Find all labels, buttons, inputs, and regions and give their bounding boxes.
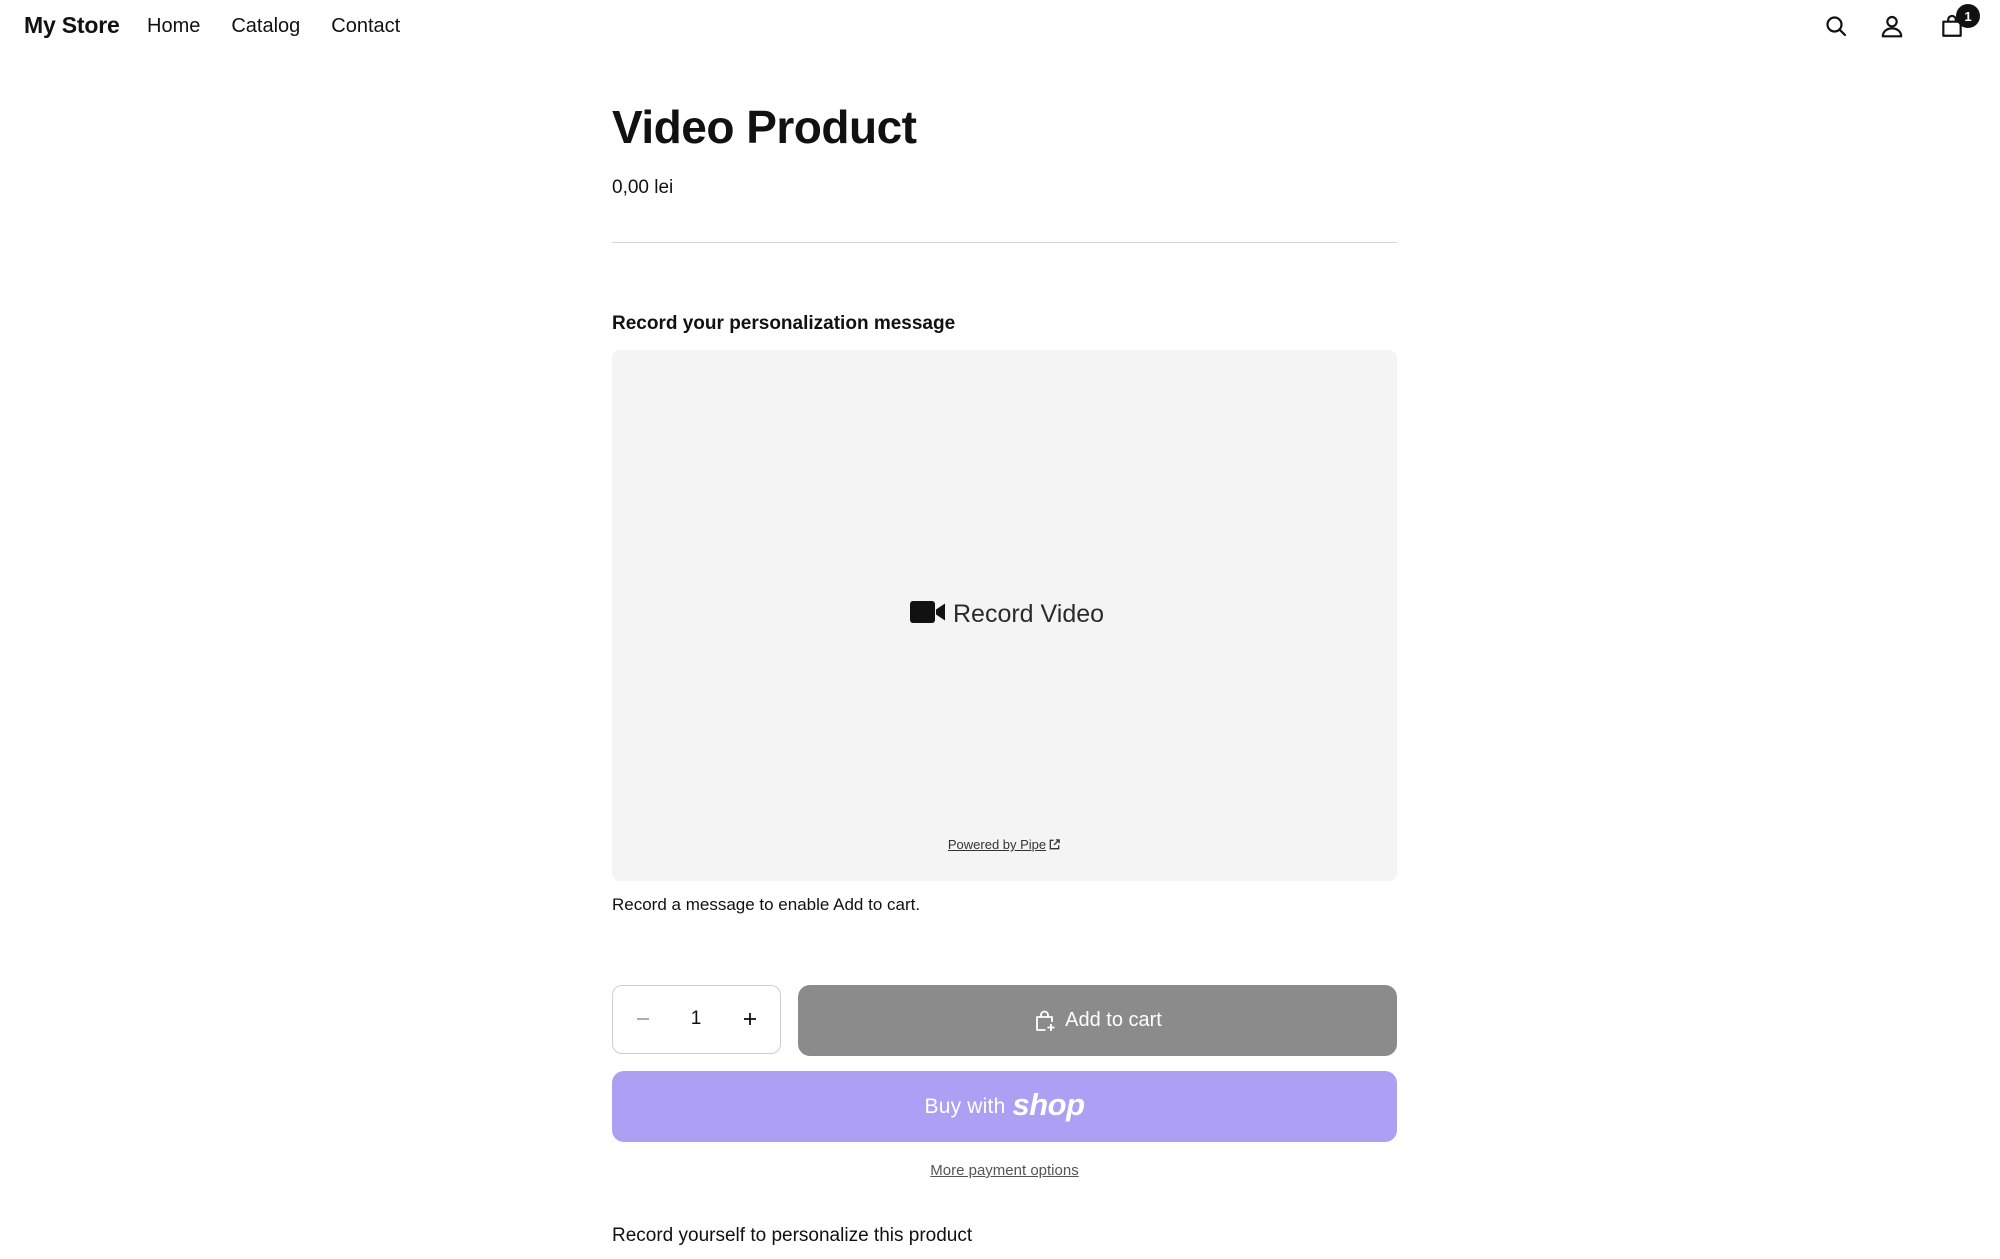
quantity-stepper: [612, 985, 781, 1054]
shop-pay-logo: shop: [1012, 1086, 1085, 1122]
bag-plus-icon: [1036, 1010, 1055, 1031]
plus-icon: [744, 1013, 756, 1025]
record-hint: Record a message to enable Add to cart.: [612, 895, 921, 914]
nav-catalog[interactable]: Catalog: [231, 14, 300, 38]
cart-count-badge: 1: [1956, 4, 1980, 28]
video-recorder: Record Video Powered by Pipe: [612, 350, 1397, 881]
search-icon[interactable]: [1820, 10, 1852, 42]
video-camera-icon: [910, 600, 946, 629]
product-description: Record yourself to personalize this prod…: [612, 1225, 973, 1246]
cart-icon[interactable]: 1: [1936, 4, 1980, 42]
header-actions: 1: [1820, 4, 1980, 42]
quantity-input[interactable]: [669, 986, 723, 1052]
record-heading: Record your personalization message: [612, 313, 956, 334]
nav-contact[interactable]: Contact: [331, 14, 400, 38]
powered-by: Powered by Pipe: [612, 837, 1397, 852]
minus-icon: [637, 1018, 649, 1020]
divider: [612, 242, 1397, 243]
site-header: My Store Home Catalog Contact 1: [0, 0, 2000, 52]
external-link-icon: [1049, 839, 1060, 850]
add-to-cart-button[interactable]: Add to cart: [798, 985, 1397, 1056]
powered-by-link[interactable]: Powered by Pipe: [948, 837, 1046, 852]
record-video-button[interactable]: Record Video: [910, 600, 1104, 629]
product-price: 0,00 lei: [612, 177, 674, 198]
buy-with-shop-button[interactable]: Buy with shop: [612, 1071, 1397, 1142]
quantity-decrease-button[interactable]: [615, 986, 671, 1052]
quantity-increase-button[interactable]: [722, 986, 778, 1052]
user-icon[interactable]: [1876, 10, 1908, 42]
product-title: Video Product: [612, 101, 917, 153]
more-payment-options: More payment options: [612, 1162, 1397, 1179]
record-video-label: Record Video: [953, 600, 1105, 628]
more-payment-options-link[interactable]: More payment options: [930, 1162, 1078, 1179]
store-logo[interactable]: My Store: [24, 12, 120, 39]
buy-with-label: Buy with: [924, 1094, 1006, 1118]
nav-home[interactable]: Home: [147, 14, 200, 38]
main-nav: Home Catalog Contact: [147, 14, 431, 38]
add-to-cart-label: Add to cart: [1065, 1009, 1162, 1031]
